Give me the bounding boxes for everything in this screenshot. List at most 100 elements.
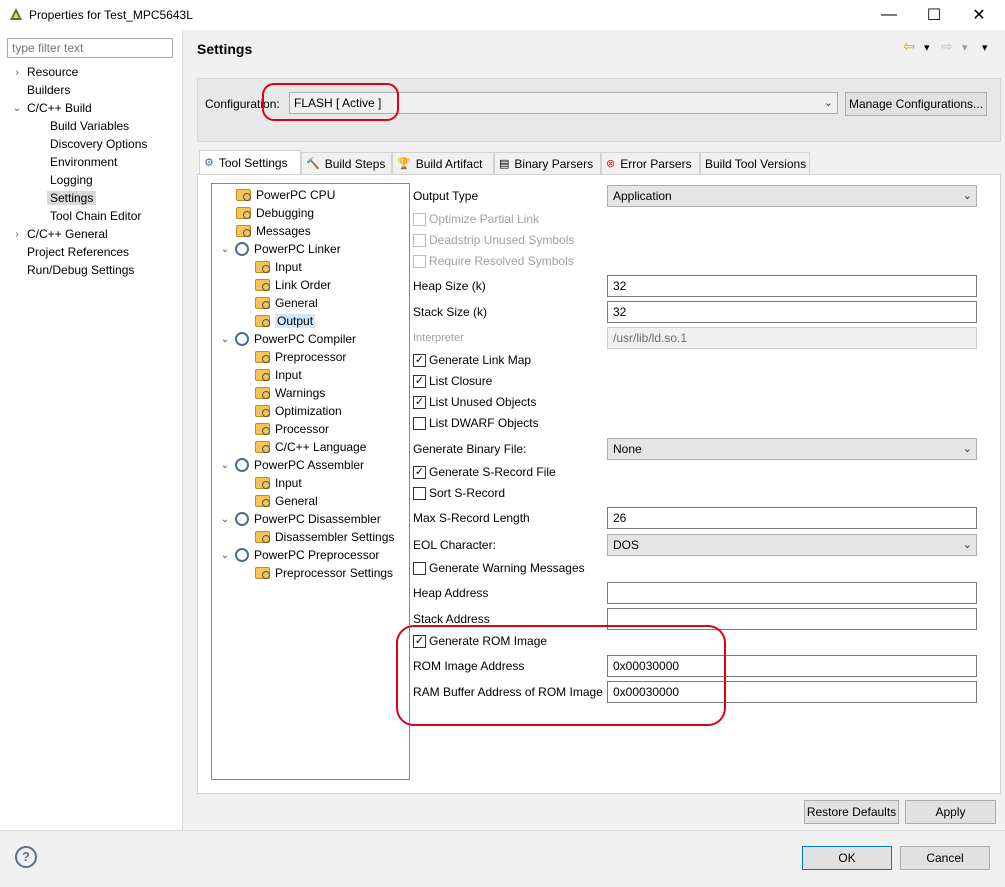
tree-item-processor[interactable]: Processor xyxy=(255,420,329,438)
help-icon[interactable]: ? xyxy=(15,846,37,868)
list-unused-objects-checkbox[interactable]: ✓ List Unused Objects xyxy=(413,395,536,409)
generate-link-map-checkbox[interactable]: ✓ Generate Link Map xyxy=(413,353,531,367)
back-arrow-icon[interactable]: ⇦ xyxy=(903,38,915,55)
checkbox-checked[interactable]: ✓ xyxy=(413,353,426,367)
tree-item-linker-input[interactable]: Input xyxy=(255,258,302,276)
require-resolved-checkbox[interactable]: Require Resolved Symbols xyxy=(413,254,574,268)
nav-item-cpp-general[interactable]: › C/C++ General xyxy=(11,225,147,243)
tree-item-powerpc-linker[interactable]: ⌄ PowerPC Linker xyxy=(219,240,341,258)
tab-build-tool-versions[interactable]: Build Tool Versions xyxy=(700,152,810,174)
interpreter-input[interactable]: /usr/lib/ld.so.1 xyxy=(607,327,977,349)
chevron-down-icon: ⌄ xyxy=(823,97,833,109)
deadstrip-checkbox[interactable]: Deadstrip Unused Symbols xyxy=(413,233,574,247)
generate-warnings-checkbox[interactable]: Generate Warning Messages xyxy=(413,561,585,575)
heap-address-input[interactable] xyxy=(607,582,977,604)
minimize-button[interactable]: — xyxy=(866,0,912,30)
tree-item-preprocessor[interactable]: Preprocessor xyxy=(255,348,346,366)
nav-item-resource[interactable]: › Resource xyxy=(11,63,147,81)
filter-input[interactable] xyxy=(7,38,173,58)
checkbox-box[interactable] xyxy=(413,561,426,575)
tree-item-messages[interactable]: Messages xyxy=(236,222,311,240)
chevron-down-icon[interactable]: ⌄ xyxy=(219,334,231,345)
optimize-partial-link-checkbox[interactable]: Optimize Partial Link xyxy=(413,212,539,226)
tree-item-powerpc-disassembler[interactable]: ⌄ PowerPC Disassembler xyxy=(219,510,381,528)
tree-item-optimization[interactable]: Optimization xyxy=(255,402,342,420)
tab-binary-parsers[interactable]: ▤ Binary Parsers xyxy=(494,152,601,174)
output-type-select[interactable]: Application ⌄ xyxy=(607,185,977,207)
folder-icon xyxy=(255,351,270,363)
chevron-down-icon[interactable]: ⌄ xyxy=(219,460,231,471)
chevron-right-icon[interactable]: › xyxy=(11,67,23,78)
stack-size-input[interactable]: 32 xyxy=(607,301,977,323)
maximize-button[interactable]: ☐ xyxy=(911,0,957,30)
manage-configurations-button[interactable]: Manage Configurations... xyxy=(845,92,987,116)
checkbox-box[interactable] xyxy=(413,254,426,268)
tree-item-preprocessor-settings[interactable]: Preprocessor Settings xyxy=(255,564,393,582)
checkbox-box[interactable] xyxy=(413,212,426,226)
cancel-button[interactable]: Cancel xyxy=(900,846,990,870)
chevron-right-icon[interactable]: › xyxy=(11,229,23,240)
tree-item-assembler-input[interactable]: Input xyxy=(255,474,302,492)
restore-defaults-button[interactable]: Restore Defaults xyxy=(804,800,899,824)
settings-header xyxy=(184,30,1005,66)
checkbox-checked[interactable]: ✓ xyxy=(413,395,426,409)
apply-button[interactable]: Apply xyxy=(905,800,996,824)
nav-item-environment[interactable]: Environment xyxy=(11,153,147,171)
generate-binary-select[interactable]: None ⌄ xyxy=(607,438,977,460)
tree-item-linker-general[interactable]: General xyxy=(255,294,318,312)
tree-item-debugging[interactable]: Debugging xyxy=(236,204,314,222)
tab-error-parsers[interactable]: ⊗ Error Parsers xyxy=(601,152,700,174)
tab-build-artifact[interactable]: 🏆 Build Artifact xyxy=(392,152,494,174)
tree-item-cpp-language[interactable]: C/C++ Language xyxy=(255,438,366,456)
chevron-down-icon[interactable]: ⌄ xyxy=(11,103,23,114)
tree-item-powerpc-preprocessor[interactable]: ⌄ PowerPC Preprocessor xyxy=(219,546,379,564)
checkbox-box[interactable] xyxy=(413,486,426,500)
max-srecord-input[interactable]: 26 xyxy=(607,507,977,529)
ok-button[interactable]: OK xyxy=(802,846,892,870)
tree-item-warnings[interactable]: Warnings xyxy=(255,384,325,402)
tree-item-compiler-input[interactable]: Input xyxy=(255,366,302,384)
tab-tool-settings[interactable]: ⚙ Tool Settings xyxy=(199,150,301,174)
nav-item-discovery-options[interactable]: Discovery Options xyxy=(11,135,147,153)
tree-item-assembler-general[interactable]: General xyxy=(255,492,318,510)
tree-item-disassembler-settings[interactable]: Disassembler Settings xyxy=(255,528,394,546)
tree-item-powerpc-compiler[interactable]: ⌄ PowerPC Compiler xyxy=(219,330,356,348)
checkbox-box[interactable] xyxy=(413,416,426,430)
tab-build-steps[interactable]: 🔨 Build Steps xyxy=(301,152,392,174)
tree-item-powerpc-cpu[interactable]: PowerPC CPU xyxy=(236,186,335,204)
forward-menu-icon[interactable]: ▾ xyxy=(962,41,968,54)
close-button[interactable]: ✕ xyxy=(956,0,1002,30)
nav-item-tool-chain-editor[interactable]: Tool Chain Editor xyxy=(11,207,147,225)
nav-item-builders[interactable]: Builders xyxy=(11,81,147,99)
app-icon xyxy=(8,6,24,22)
chevron-down-icon: ⌄ xyxy=(962,190,972,202)
checkbox-box[interactable] xyxy=(413,233,426,247)
window-title: Properties for Test_MPC5643L xyxy=(29,8,193,22)
nav-item-run-debug-settings[interactable]: Run/Debug Settings xyxy=(11,261,147,279)
chevron-down-icon[interactable]: ⌄ xyxy=(219,244,231,255)
eol-character-select[interactable]: DOS ⌄ xyxy=(607,534,977,556)
tree-item-link-order[interactable]: Link Order xyxy=(255,276,331,294)
chevron-down-icon[interactable]: ⌄ xyxy=(219,550,231,561)
tree-item-powerpc-assembler[interactable]: ⌄ PowerPC Assembler xyxy=(219,456,364,474)
chevron-down-icon[interactable]: ⌄ xyxy=(219,514,231,525)
heap-size-input[interactable]: 32 xyxy=(607,275,977,297)
hammer-icon: 🔨 xyxy=(306,158,320,170)
back-menu-icon[interactable]: ▾ xyxy=(924,41,930,54)
list-dwarf-objects-checkbox[interactable]: List DWARF Objects xyxy=(413,416,539,430)
nav-item-project-references[interactable]: Project References xyxy=(11,243,147,261)
nav-item-settings[interactable]: Settings xyxy=(11,189,147,207)
list-closure-checkbox[interactable]: ✓ List Closure xyxy=(413,374,492,388)
tree-item-output[interactable]: Output xyxy=(255,312,316,330)
nav-item-logging[interactable]: Logging xyxy=(11,171,147,189)
sort-srecord-checkbox[interactable]: Sort S-Record xyxy=(413,486,505,500)
checkbox-checked[interactable]: ✓ xyxy=(413,374,426,388)
checkbox-checked[interactable]: ✓ xyxy=(413,465,426,479)
folder-icon xyxy=(255,441,270,453)
nav-item-cpp-build[interactable]: ⌄ C/C++ Build xyxy=(11,99,147,117)
folder-icon xyxy=(255,387,270,399)
generate-srecord-checkbox[interactable]: ✓ Generate S-Record File xyxy=(413,465,556,479)
view-menu-icon[interactable]: ▾ xyxy=(982,41,988,54)
forward-arrow-icon[interactable]: ⇨ xyxy=(941,38,953,55)
nav-item-build-variables[interactable]: Build Variables xyxy=(11,117,147,135)
